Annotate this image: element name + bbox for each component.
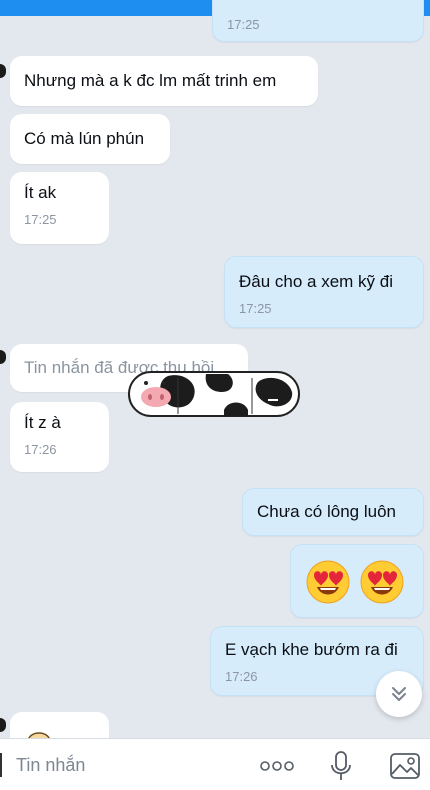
- cow-sticker: [128, 370, 300, 420]
- message-time: 17:25: [239, 301, 272, 316]
- sticker-peek-icon: [28, 732, 50, 738]
- message-incoming[interactable]: Có mà lún phún: [10, 114, 170, 164]
- sender-avatar-dot: [0, 718, 6, 732]
- message-text: Nhưng mà a k đc lm mất trinh em: [24, 71, 277, 90]
- voice-button[interactable]: [324, 749, 358, 783]
- message-incoming[interactable]: Ít ak 17:25: [10, 172, 109, 244]
- more-button[interactable]: [260, 749, 294, 783]
- heart-eyes-icon: [360, 560, 404, 604]
- message-text: Ít z à: [24, 413, 61, 432]
- message-outgoing[interactable]: Chưa có lông luôn: [242, 488, 424, 536]
- chat-area[interactable]: 17:25 Nhưng mà a k đc lm mất trinh em Có…: [0, 0, 430, 738]
- message-text: E vạch khe bướm ra đi: [225, 640, 398, 659]
- sender-avatar-dot: [0, 350, 6, 364]
- message-text: Đâu cho a xem kỹ đi: [239, 272, 394, 291]
- message-outgoing[interactable]: 17:25: [212, 0, 424, 42]
- scroll-to-bottom-button[interactable]: [376, 671, 422, 717]
- message-input[interactable]: Tin nhắn: [16, 755, 85, 776]
- message-composer: Tin nhắn: [0, 738, 430, 790]
- chevron-double-down-icon: [392, 687, 406, 701]
- message-time: 17:26: [24, 442, 57, 457]
- message-time: 17:25: [227, 17, 260, 32]
- message-text: Có mà lún phún: [24, 129, 145, 148]
- heart-eyes-icon: [306, 560, 350, 604]
- message-text: Chưa có lông luôn: [257, 502, 396, 521]
- message-text: Ít ak: [24, 183, 57, 202]
- message-incoming-partial[interactable]: [10, 712, 109, 738]
- message-outgoing[interactable]: Đâu cho a xem kỹ đi 17:25: [224, 256, 424, 328]
- message-time: 17:25: [24, 212, 57, 227]
- image-button[interactable]: [388, 749, 422, 783]
- image-icon: [390, 753, 420, 779]
- more-dots-icon: [260, 761, 294, 771]
- microphone-icon: [331, 751, 351, 780]
- message-incoming[interactable]: Nhưng mà a k đc lm mất trinh em: [10, 56, 318, 106]
- message-outgoing-emoji[interactable]: [290, 544, 424, 618]
- message-incoming[interactable]: Ít z à 17:26: [10, 402, 109, 472]
- sender-avatar-dot: [0, 64, 6, 78]
- composer-left-edge: [0, 753, 2, 777]
